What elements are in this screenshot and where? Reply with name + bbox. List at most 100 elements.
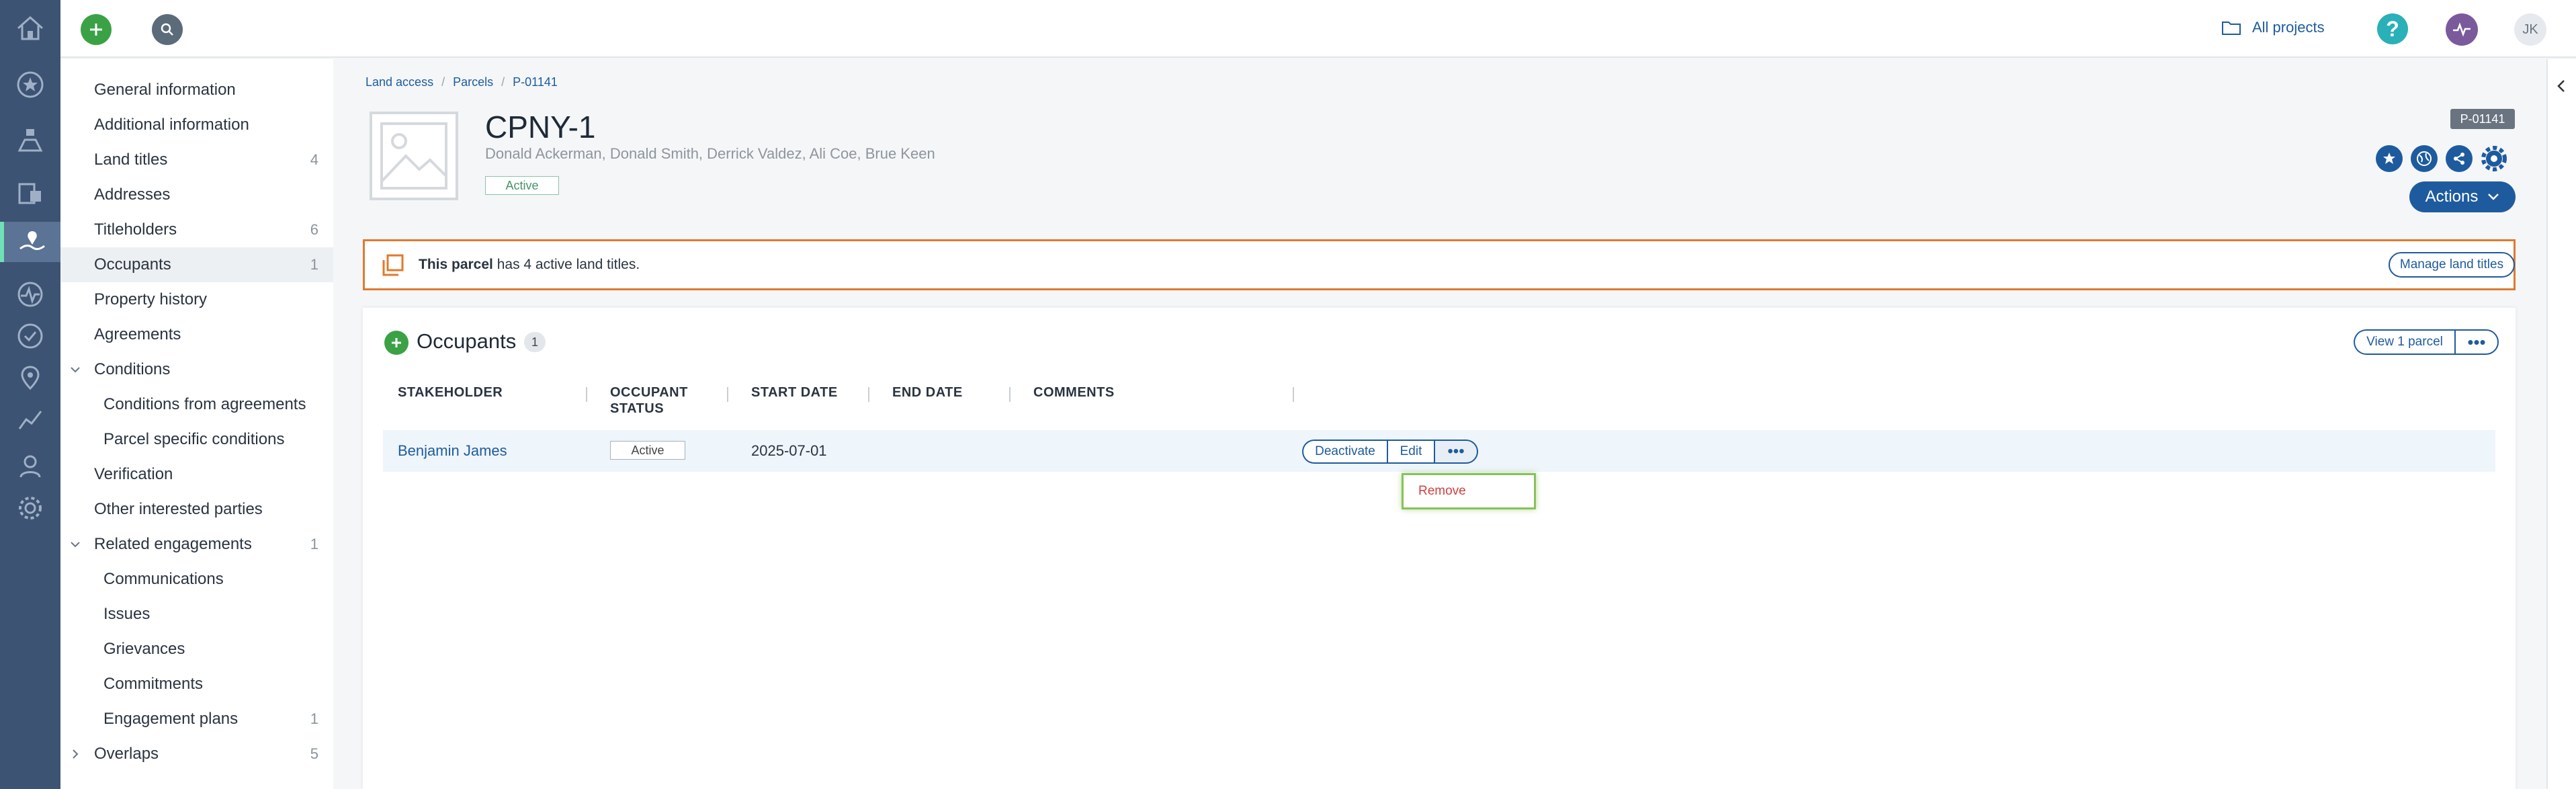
nav-engagement-plans[interactable]: Engagement plans 1 <box>60 702 333 737</box>
location-icon[interactable] <box>0 358 60 398</box>
nav-label: Property history <box>94 290 208 308</box>
stakeholders-icon[interactable] <box>0 120 60 160</box>
plus-icon <box>392 338 401 347</box>
edit-button[interactable]: Edit <box>1387 440 1434 464</box>
actions-button[interactable]: Actions <box>2409 181 2516 212</box>
help-button[interactable]: ? <box>2377 13 2408 44</box>
nav-property-history[interactable]: Property history <box>60 282 333 317</box>
nav-count: 4 <box>310 151 318 168</box>
panel-title: Occupants <box>417 329 517 353</box>
table-row[interactable]: Benjamin James Active 2025-07-01 Deactiv… <box>383 430 2495 472</box>
column-separator[interactable] <box>1293 387 1294 402</box>
add-button[interactable] <box>81 14 112 45</box>
breadcrumb-separator: / <box>501 75 505 89</box>
share-button[interactable] <box>2446 145 2473 172</box>
gear-icon[interactable] <box>0 488 60 528</box>
nav-issues[interactable]: Issues <box>60 597 333 632</box>
chevron-down-icon[interactable] <box>69 363 82 376</box>
activity-button[interactable] <box>2446 13 2478 46</box>
nav-land-titles[interactable]: Land titles 4 <box>60 142 333 177</box>
all-projects-link[interactable]: All projects <box>2221 19 2325 36</box>
nav-communications[interactable]: Communications <box>60 562 333 597</box>
top-bar: All projects ? JK <box>60 0 2576 58</box>
nav-grievances[interactable]: Grievances <box>60 632 333 667</box>
nav-verification[interactable]: Verification <box>60 457 333 492</box>
column-separator[interactable] <box>1009 387 1011 402</box>
inbox-icon[interactable] <box>0 172 60 212</box>
nav-general-information[interactable]: General information <box>60 73 333 108</box>
nav-addresses[interactable]: Addresses <box>60 177 333 212</box>
nav-occupants[interactable]: Occupants 1 <box>60 247 333 282</box>
row-more-button[interactable]: ••• <box>1434 440 1478 464</box>
nav-label: Parcel specific conditions <box>103 430 285 448</box>
nav-label: Grievances <box>103 640 185 658</box>
breadcrumb-land-access[interactable]: Land access <box>366 75 433 89</box>
nav-overlaps[interactable]: Overlaps 5 <box>60 737 333 772</box>
nav-label: Addresses <box>94 185 171 204</box>
favorite-button[interactable] <box>2376 145 2403 172</box>
check-icon[interactable] <box>0 316 60 356</box>
chevron-right-icon[interactable] <box>69 747 82 761</box>
nav-other-interested-parties[interactable]: Other interested parties <box>60 492 333 527</box>
page-title: CPNY-1 <box>485 110 596 144</box>
chevron-down-icon[interactable] <box>69 538 82 551</box>
actions-label: Actions <box>2425 188 2479 206</box>
col-header-stakeholder[interactable]: STAKEHOLDER <box>398 384 503 401</box>
settings-button[interactable] <box>2481 145 2507 172</box>
nav-label: Communications <box>103 570 224 588</box>
nav-additional-information[interactable]: Additional information <box>60 108 333 142</box>
globe-icon <box>2417 151 2432 166</box>
nav-count: 1 <box>310 710 318 727</box>
person-icon[interactable] <box>0 446 60 487</box>
activity-icon[interactable] <box>0 274 60 315</box>
chart-icon[interactable] <box>0 399 60 440</box>
map-button[interactable] <box>2411 145 2438 172</box>
chevron-left-icon[interactable] <box>2554 78 2568 94</box>
nav-label: Conditions <box>94 360 171 378</box>
column-separator[interactable] <box>586 387 587 402</box>
home-icon[interactable] <box>0 8 60 48</box>
nav-label: Agreements <box>94 325 181 343</box>
nav-conditions-from-agreements[interactable]: Conditions from agreements <box>60 387 333 422</box>
nav-related-engagements[interactable]: Related engagements 1 <box>60 527 333 562</box>
breadcrumb-separator: / <box>441 75 445 89</box>
nav-parcel-specific-conditions[interactable]: Parcel specific conditions <box>60 422 333 457</box>
stakeholder-link[interactable]: Benjamin James <box>398 442 507 460</box>
nav-label: Conditions from agreements <box>103 395 306 413</box>
breadcrumb-parcels[interactable]: Parcels <box>453 75 493 89</box>
column-separator[interactable] <box>727 387 728 402</box>
col-header-end-date[interactable]: END DATE <box>892 384 963 401</box>
col-header-occupant-status[interactable]: OCCUPANT STATUS <box>610 384 704 417</box>
nav-agreements[interactable]: Agreements <box>60 317 333 352</box>
image-icon <box>380 122 447 190</box>
nav-count: 6 <box>310 221 318 238</box>
view-parcel-button[interactable]: View 1 parcel <box>2354 329 2454 355</box>
nav-conditions[interactable]: Conditions <box>60 352 333 387</box>
share-icon <box>2454 153 2464 165</box>
occupants-count: 1 <box>524 332 546 352</box>
user-avatar[interactable]: JK <box>2514 13 2546 46</box>
col-header-comments[interactable]: COMMENTS <box>1033 384 1115 401</box>
column-separator[interactable] <box>868 387 869 402</box>
nav-commitments[interactable]: Commitments <box>60 667 333 702</box>
nav-titleholders[interactable]: Titleholders 6 <box>60 212 333 247</box>
search-button[interactable] <box>152 14 183 45</box>
panel-more-button[interactable]: ••• <box>2454 329 2499 355</box>
add-occupant-button[interactable] <box>384 331 409 355</box>
remove-menu-item[interactable]: Remove <box>1418 484 1466 499</box>
col-header-start-date[interactable]: START DATE <box>751 384 838 401</box>
left-rail <box>0 0 60 789</box>
start-date-cell: 2025-07-01 <box>751 442 827 459</box>
deactivate-button[interactable]: Deactivate <box>1302 440 1387 464</box>
manage-land-titles-button[interactable]: Manage land titles <box>2389 252 2515 278</box>
nav-label: Additional information <box>94 116 249 134</box>
land-access-icon[interactable] <box>0 222 60 262</box>
land-titles-notice: This parcel has 4 active land titles. Ma… <box>363 239 2516 290</box>
nav-label: Occupants <box>94 255 171 274</box>
status-badge: Active <box>485 176 559 195</box>
gear-icon <box>2481 146 2507 171</box>
star-icon[interactable] <box>0 65 60 105</box>
breadcrumb-parcel-id[interactable]: P-01141 <box>513 75 558 89</box>
occupants-panel: Occupants 1 View 1 parcel ••• STAKEHOLDE… <box>363 308 2516 789</box>
nav-label: Land titles <box>94 151 168 169</box>
